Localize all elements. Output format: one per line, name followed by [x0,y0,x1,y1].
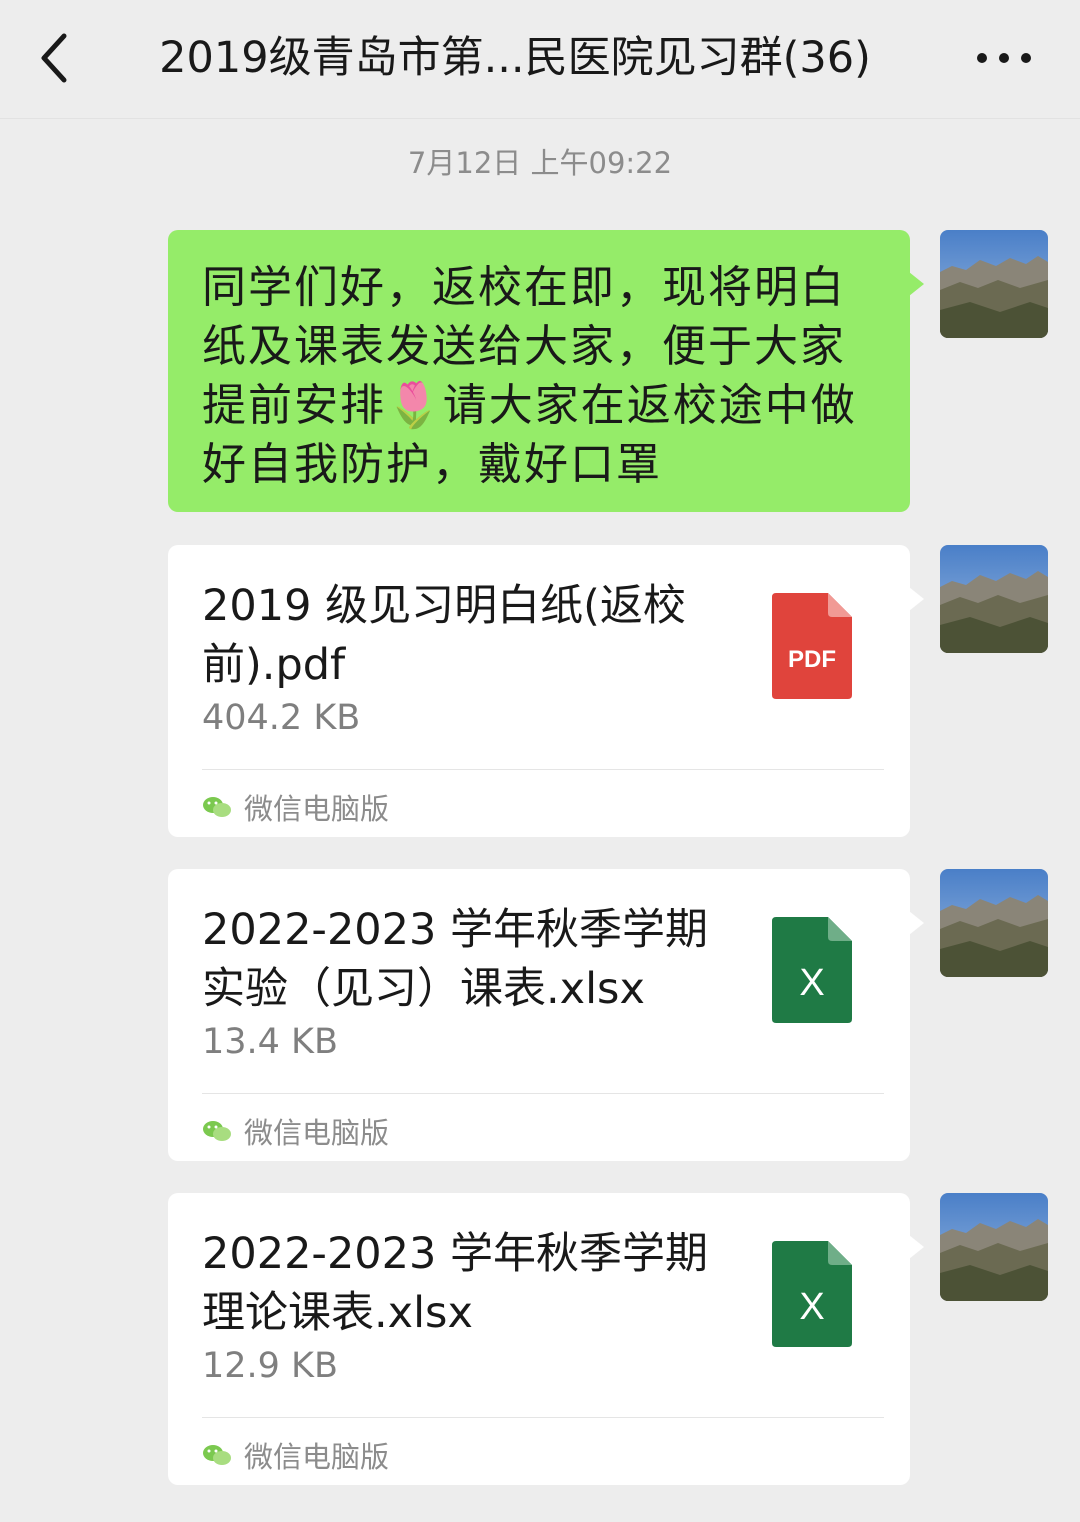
message-text: 同学们好，返校在即，现将明白纸及课表发送给大家，便于大家提前安排🌷请大家在返校途… [202,258,880,494]
file-message-card[interactable]: 2019 级见习明白纸(返校前).pdf 404.2 KB PDF 微信电脑版 [168,545,924,837]
file-source: 微信电脑版 [202,785,389,829]
tulip-emoji: 🌷 [386,380,443,431]
message-timestamp: 7月12日 上午09:22 [407,146,673,180]
sender-avatar[interactable] [940,230,1048,338]
chat-title: 2019级青岛市第...民医院见习群(36) [159,33,871,83]
file-message-card[interactable]: 2022-2023 学年秋季学期理论课表.xlsx 12.9 KB X 微信电脑… [168,1193,924,1485]
more-options-button[interactable] [972,38,1036,78]
file-message-card[interactable]: 2022-2023 学年秋季学期实验（见习）课表.xlsx 13.4 KB X … [168,869,924,1161]
mountain-photo-icon [940,230,1048,338]
excel-file-icon: X [772,917,852,1023]
file-name: 2022-2023 学年秋季学期实验（见习）课表.xlsx [202,905,709,1014]
back-button[interactable] [32,30,80,86]
mountain-photo-icon [940,869,1048,977]
source-label: 微信电脑版 [244,1440,390,1474]
file-size: 12.9 KB [202,1346,339,1386]
file-name: 2019 级见习明白纸(返校前).pdf [202,581,686,690]
wechat-icon [203,797,231,817]
source-label: 微信电脑版 [244,792,390,826]
mountain-photo-icon [940,545,1048,653]
file-type-label: X [799,1286,824,1328]
card-divider [202,1093,884,1094]
pdf-file-icon: PDF [772,593,852,699]
file-type-label: PDF [788,646,836,673]
mountain-photo-icon [940,1193,1048,1301]
sender-avatar[interactable] [940,545,1048,653]
chat-header: 2019级青岛市第...民医院见习群(36) [0,0,1080,118]
wechat-icon [203,1121,231,1141]
card-divider [202,1417,884,1418]
text-message-bubble[interactable]: 同学们好，返校在即，现将明白纸及课表发送给大家，便于大家提前安排🌷请大家在返校途… [168,230,924,512]
file-source: 微信电脑版 [202,1433,389,1477]
sender-avatar[interactable] [940,869,1048,977]
file-size: 13.4 KB [202,1022,339,1062]
source-label: 微信电脑版 [244,1116,390,1150]
chevron-left-icon [41,33,67,83]
file-source: 微信电脑版 [202,1109,389,1153]
excel-file-icon: X [772,1241,852,1347]
more-dots-icon [977,53,1031,63]
file-name: 2022-2023 学年秋季学期理论课表.xlsx [202,1229,709,1338]
card-divider [202,769,884,770]
sender-avatar[interactable] [940,1193,1048,1301]
wechat-icon [203,1445,231,1465]
file-type-label: X [799,962,824,1004]
file-size: 404.2 KB [202,698,361,738]
header-divider [0,118,1080,119]
